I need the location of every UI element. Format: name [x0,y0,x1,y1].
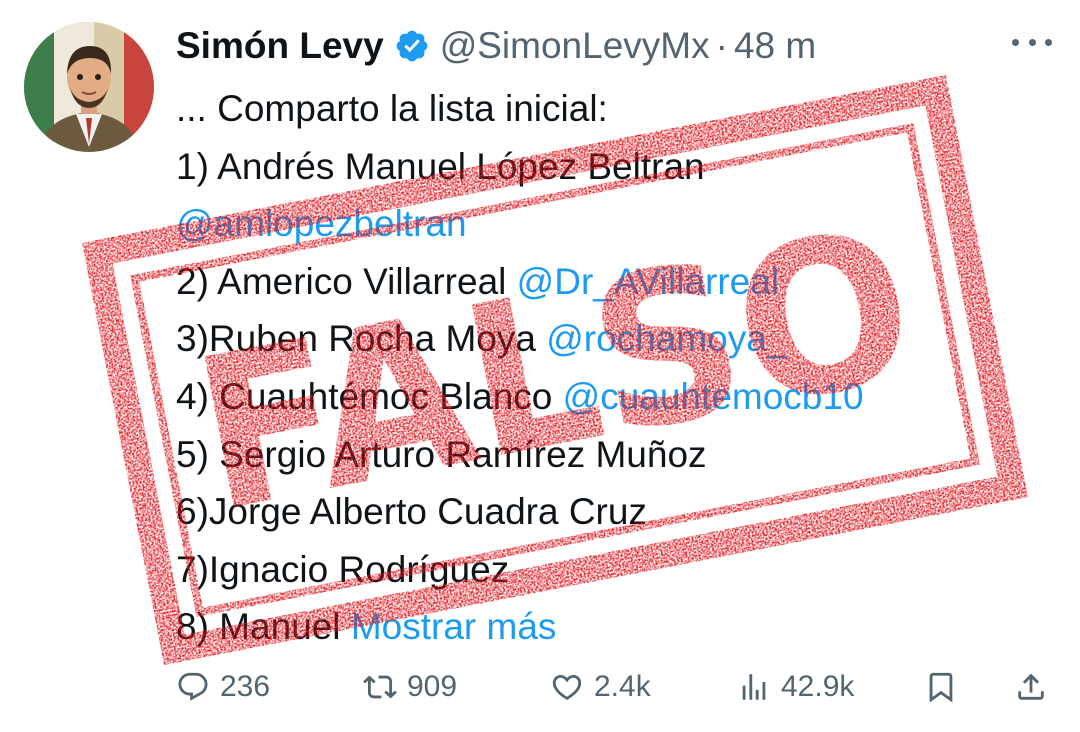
display-name[interactable]: Simón Levy [176,25,384,67]
views-chart-icon [742,674,766,700]
tweet-line: 1) Andrés Manuel López Beltran [176,138,1056,196]
line-text: 5) Sergio Arturo Ramírez Muñoz [176,433,707,475]
tweet-body: ... Comparto la lista inicial: 1) Andrés… [176,80,1056,656]
reply-count: 236 [220,670,271,703]
timestamp[interactable]: 48 m [734,25,816,67]
line-text: 4) Cuauhtémoc Blanco [176,375,563,417]
retweet-count: 909 [407,670,458,703]
tweet-line: 8) Manuel Mostrar más [176,598,1056,656]
like-button[interactable]: 2.4k [550,662,651,712]
line-text: ... Comparto la lista inicial: [176,88,608,129]
line-text: 1) Andrés Manuel López Beltran [176,145,705,187]
mention-link[interactable]: @rochamoya_ [546,318,787,359]
mention-link[interactable]: @Dr_AVillarreal [517,261,779,302]
separator-dot: · [715,25,728,66]
tweet-line: 5) Sergio Arturo Ramírez Muñoz [176,426,1056,484]
show-more-link[interactable]: Mostrar más [351,606,557,647]
verified-badge-icon [394,28,430,64]
mention-link[interactable]: @amlopezbeltran [176,203,467,244]
more-dot [1028,38,1036,46]
tweet-line: ... Comparto la lista inicial: [176,80,1056,138]
share-icon [1018,673,1044,700]
mention-link[interactable]: @cuauhtemocb10 [563,376,864,417]
line-text: 3)Ruben Rocha Moya [176,318,547,360]
tweet-header: Simón Levy @SimonLevyMx · 48 m [176,20,816,72]
line-text: 8) Manuel [176,606,351,648]
avatar[interactable] [24,22,154,152]
tweet-line: 6)Jorge Alberto Cuadra Cruz [176,483,1056,541]
tweet-line: 7)Ignacio Rodríguez [176,541,1056,599]
like-count: 2.4k [594,670,651,703]
more-dot [1045,38,1052,46]
views-count: 42.9k [781,670,855,703]
line-text: 7)Ignacio Rodríguez [176,548,510,590]
tweet-line: 4) Cuauhtémoc Blanco @cuauhtemocb10 [176,368,1056,426]
tweet-card: Simón Levy @SimonLevyMx · 48 m ... Compa… [0,0,1080,732]
more-options-icon[interactable] [1012,30,1052,54]
line-text: 2) Americo Villarreal [176,260,517,302]
tweet-line: 2) Americo Villarreal @Dr_AVillarreal [176,253,1056,311]
line-text: 6)Jorge Alberto Cuadra Cruz [176,491,647,533]
more-dot [1012,38,1019,46]
heart-icon [552,674,582,700]
avatar-illustration [24,22,154,152]
bookmark-icon [929,672,953,703]
reply-button[interactable]: 236 [176,662,270,712]
action-bar: 236 909 2.4k 42.9k [176,662,1056,712]
share-button[interactable] [1014,662,1058,712]
bookmark-button[interactable] [924,662,968,712]
retweet-icon [363,675,397,699]
retweet-button[interactable]: 909 [363,662,457,712]
tweet-line: @amlopezbeltran [176,195,1056,253]
reply-icon [178,672,208,701]
views-button[interactable]: 42.9k [737,662,854,712]
user-handle[interactable]: @SimonLevyMx [440,25,710,67]
tweet-line: 3)Ruben Rocha Moya @rochamoya_ [176,310,1056,368]
